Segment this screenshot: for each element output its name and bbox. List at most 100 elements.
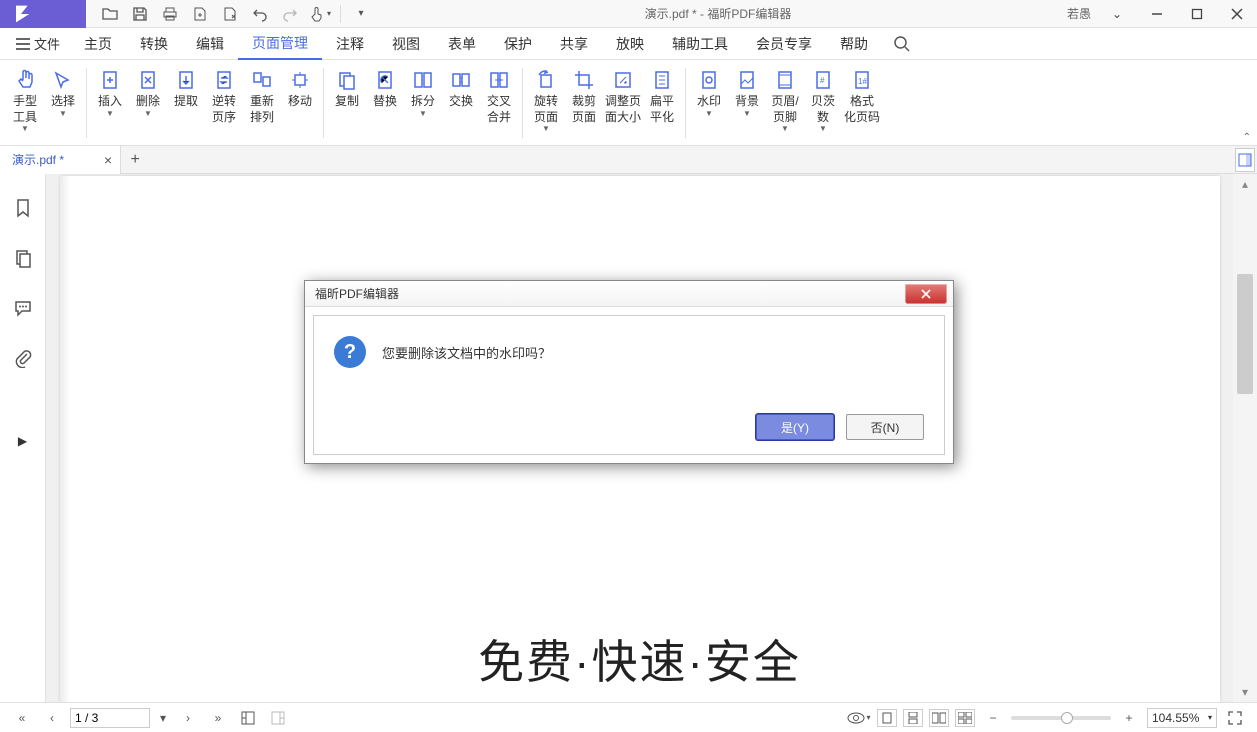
properties-panel-toggle[interactable] [1235,148,1255,172]
menu-edit[interactable]: 编辑 [182,28,238,60]
file-from-icon[interactable] [186,2,214,26]
continuous-facing-icon[interactable] [955,709,975,727]
last-page-icon[interactable]: » [206,706,230,730]
ribbon-crop[interactable]: 裁剪 页面 [565,64,603,127]
ribbon-resize[interactable]: 调整页 面大小 [603,64,643,127]
menu-help[interactable]: 帮助 [826,28,882,60]
first-page-icon[interactable]: « [10,706,34,730]
rearr-icon [250,68,274,92]
page-heading-text: 免费·快速·安全 [478,626,801,692]
menu-pagemgmt[interactable]: 页面管理 [238,28,322,60]
ribbon-flatten[interactable]: 扁平 平化 [643,64,681,127]
ribbon-rotate[interactable]: 旋转 页面▼ [527,64,565,135]
ribbon-insert[interactable]: 插入▼ [91,64,129,120]
ribbon-rearr[interactable]: 重新 排列 [243,64,281,127]
ribbon-swap[interactable]: 交换 [442,64,480,112]
menu-play[interactable]: 放映 [602,28,658,60]
ribbon-delete[interactable]: 删除▼ [129,64,167,120]
ribbon-hand[interactable]: 手型 工具▼ [6,64,44,135]
scroll-thumb[interactable] [1237,274,1253,394]
close-button[interactable] [1217,0,1257,28]
expand-panel-icon[interactable]: ▶ [18,434,27,448]
document-tab[interactable]: 演示.pdf * × [0,146,121,174]
menu-assist[interactable]: 辅助工具 [658,28,742,60]
attachments-icon[interactable] [9,344,37,372]
file-blank-icon[interactable] [216,2,244,26]
ribbon-split[interactable]: 拆分▼ [404,64,442,120]
ribbon-copy[interactable]: 复制 [328,64,366,112]
menu-member[interactable]: 会员专享 [742,28,826,60]
facing-icon[interactable] [929,709,949,727]
ribbon-label: 格式 化页码 [844,94,880,125]
zoom-slider[interactable] [1011,716,1111,720]
dialog-close-button[interactable] [905,284,947,304]
ribbon-watermark[interactable]: 水印▼ [690,64,728,120]
touch-mode-icon[interactable]: ▾ [306,2,334,26]
scroll-down-icon[interactable]: ▾ [1233,682,1257,702]
file-menu[interactable]: 文件 [6,30,70,57]
reflow-b-icon[interactable] [266,706,290,730]
ribbon-bates[interactable]: #贝茨 数▼ [804,64,842,135]
ribbon-label: 拆分 [411,94,435,110]
vertical-scrollbar[interactable]: ▴ ▾ [1233,174,1257,702]
next-page-icon[interactable]: › [176,706,200,730]
menu-annotate[interactable]: 注释 [322,28,378,60]
read-mode-icon[interactable]: ▾ [847,706,871,730]
redo-icon[interactable] [276,2,304,26]
ribbon-label: 贝茨 数 [811,94,835,125]
prev-page-icon[interactable]: ‹ [40,706,64,730]
pages-icon[interactable] [9,244,37,272]
add-tab-button[interactable]: + [121,146,149,174]
ribbon-reverse[interactable]: 逆转 页序 [205,64,243,127]
single-page-icon[interactable] [877,709,897,727]
open-icon[interactable] [96,2,124,26]
ribbon-xmerge[interactable]: 交叉 合并 [480,64,518,127]
continuous-icon[interactable] [903,709,923,727]
comments-icon[interactable] [9,294,37,322]
ribbon-move[interactable]: 移动 [281,64,319,112]
dialog-yes-button[interactable]: 是(Y) [756,414,834,440]
collapse-ribbon-icon[interactable]: ⌃ [1243,132,1251,143]
user-name[interactable]: 若愚 [1061,5,1097,22]
zoom-in-icon[interactable]: + [1117,706,1141,730]
zoom-level-input[interactable]: 104.55%▾ [1147,708,1217,728]
status-bar: « ‹ ▾ › » ▾ − + 104.55%▾ [0,702,1257,732]
menu-view[interactable]: 视图 [378,28,434,60]
insert-icon [98,68,122,92]
ribbon-background[interactable]: 背景▼ [728,64,766,120]
menu-share[interactable]: 共享 [546,28,602,60]
print-icon[interactable] [156,2,184,26]
ribbon-replace[interactable]: 替换 [366,64,404,112]
ribbon-select[interactable]: 选择▼ [44,64,82,120]
menu-home[interactable]: 主页 [70,28,126,60]
ribbon-label: 裁剪 页面 [572,94,596,125]
menu-protect[interactable]: 保护 [490,28,546,60]
customize-qa-icon[interactable]: ▾ [347,2,375,26]
dialog-title-bar[interactable]: 福昕PDF编辑器 [305,281,953,307]
scroll-up-icon[interactable]: ▴ [1233,174,1257,194]
ribbon-label: 逆转 页序 [212,94,236,125]
ribbon-fmtpage[interactable]: 1#格式 化页码 [842,64,882,127]
close-tab-icon[interactable]: × [104,152,112,168]
undo-icon[interactable] [246,2,274,26]
ribbon-extract[interactable]: 提取 [167,64,205,112]
minimize-button[interactable] [1137,0,1177,28]
page-number-input[interactable] [70,708,150,728]
reflow-a-icon[interactable] [236,706,260,730]
fullscreen-icon[interactable] [1223,706,1247,730]
menu-form[interactable]: 表单 [434,28,490,60]
document-tab-label: 演示.pdf * [12,151,64,168]
search-icon[interactable] [888,30,916,58]
page-dropdown-icon[interactable]: ▾ [156,706,170,730]
xmerge-icon [487,68,511,92]
maximize-button[interactable] [1177,0,1217,28]
ribbon-headerfooter[interactable]: 页眉/ 页脚▼ [766,64,804,135]
user-dropdown-icon[interactable]: ⌄ [1097,0,1137,28]
bookmark-icon[interactable] [9,194,37,222]
save-icon[interactable] [126,2,154,26]
window-controls: 若愚 ⌄ [1061,0,1257,28]
zoom-out-icon[interactable]: − [981,706,1005,730]
ribbon-label: 旋转 页面 [534,94,558,125]
menu-convert[interactable]: 转换 [126,28,182,60]
dialog-no-button[interactable]: 否(N) [846,414,924,440]
